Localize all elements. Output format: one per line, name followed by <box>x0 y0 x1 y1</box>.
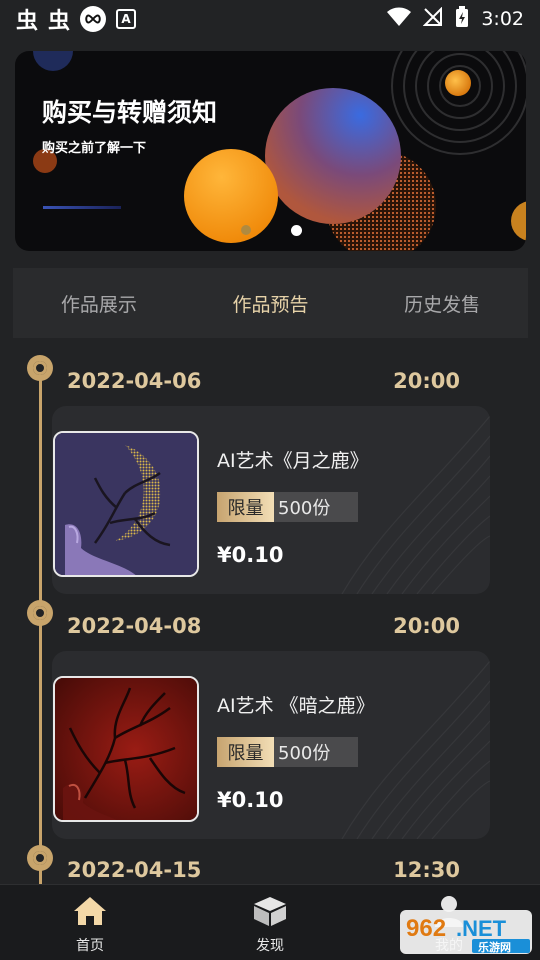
home-icon <box>72 895 108 931</box>
limit-label: 限量 <box>217 492 274 522</box>
banner-title: 购买与转赠须知 <box>42 98 218 127</box>
artwork-title: AI艺术《月之鹿》 <box>217 450 369 472</box>
nav-home-label: 首页 <box>76 938 104 954</box>
limited-edition-badge: 限量 500份 <box>217 492 358 522</box>
box-icon <box>252 895 288 931</box>
site-watermark-logo: 962 .NET 乐游网 <box>398 908 534 956</box>
release-date: 2022-04-15 <box>67 858 202 882</box>
release-time: 12:30 <box>393 858 460 882</box>
limit-count: 500份 <box>274 492 358 522</box>
banner-accent-line <box>43 206 121 209</box>
no-signal-icon <box>422 6 443 32</box>
app-notification-icon: 虫 <box>16 9 39 34</box>
timeline-node <box>27 355 53 381</box>
tab-history-sales[interactable]: 历史发售 <box>356 268 528 338</box>
release-date: 2022-04-08 <box>67 614 202 638</box>
timeline-node <box>27 845 53 871</box>
limit-label: 限量 <box>217 737 274 767</box>
clock: 3:02 <box>481 8 524 30</box>
carousel-indicator-dot[interactable] <box>291 225 302 236</box>
timeline-node <box>27 600 53 626</box>
infinity-icon <box>80 6 107 32</box>
artwork-title: AI艺术 《暗之鹿》 <box>217 695 375 717</box>
app-notification-icon: 虫 <box>48 9 71 34</box>
tab-showcase[interactable]: 作品展示 <box>13 268 185 338</box>
release-time: 20:00 <box>393 369 460 393</box>
release-date: 2022-04-06 <box>67 369 202 393</box>
category-tabs: 作品展示 作品预告 历史发售 <box>13 268 528 338</box>
status-bar: 虫 虫 A 3:02 <box>0 0 540 38</box>
banner-subtitle: 购买之前了解一下 <box>42 141 147 156</box>
svg-text:乐游网: 乐游网 <box>478 940 511 954</box>
text-app-icon: A <box>116 9 137 29</box>
limited-edition-badge: 限量 500份 <box>217 737 358 767</box>
artwork-thumbnail-moon-deer[interactable] <box>53 431 199 577</box>
artwork-card[interactable]: AI艺术 《暗之鹿》 限量 500份 ¥0.10 <box>52 651 490 839</box>
timeline-line <box>39 368 42 888</box>
nav-discover-label: 发现 <box>256 938 284 954</box>
artwork-price: ¥0.10 <box>217 543 284 567</box>
limit-count: 500份 <box>274 737 358 767</box>
svg-text:.NET: .NET <box>456 916 507 941</box>
wifi-icon <box>387 7 412 32</box>
svg-text:962: 962 <box>406 915 446 942</box>
notice-banner[interactable]: 购买与转赠须知 购买之前了解一下 <box>15 51 526 251</box>
nav-home[interactable]: 首页 <box>45 885 135 960</box>
battery-icon <box>455 5 469 33</box>
release-time: 20:00 <box>393 614 460 638</box>
tab-preview[interactable]: 作品预告 <box>185 268 357 338</box>
artwork-thumbnail-dark-deer[interactable] <box>53 676 199 822</box>
nav-discover[interactable]: 发现 <box>225 885 315 960</box>
artwork-card[interactable]: AI艺术《月之鹿》 限量 500份 ¥0.10 <box>52 406 490 594</box>
artwork-price: ¥0.10 <box>217 788 284 812</box>
